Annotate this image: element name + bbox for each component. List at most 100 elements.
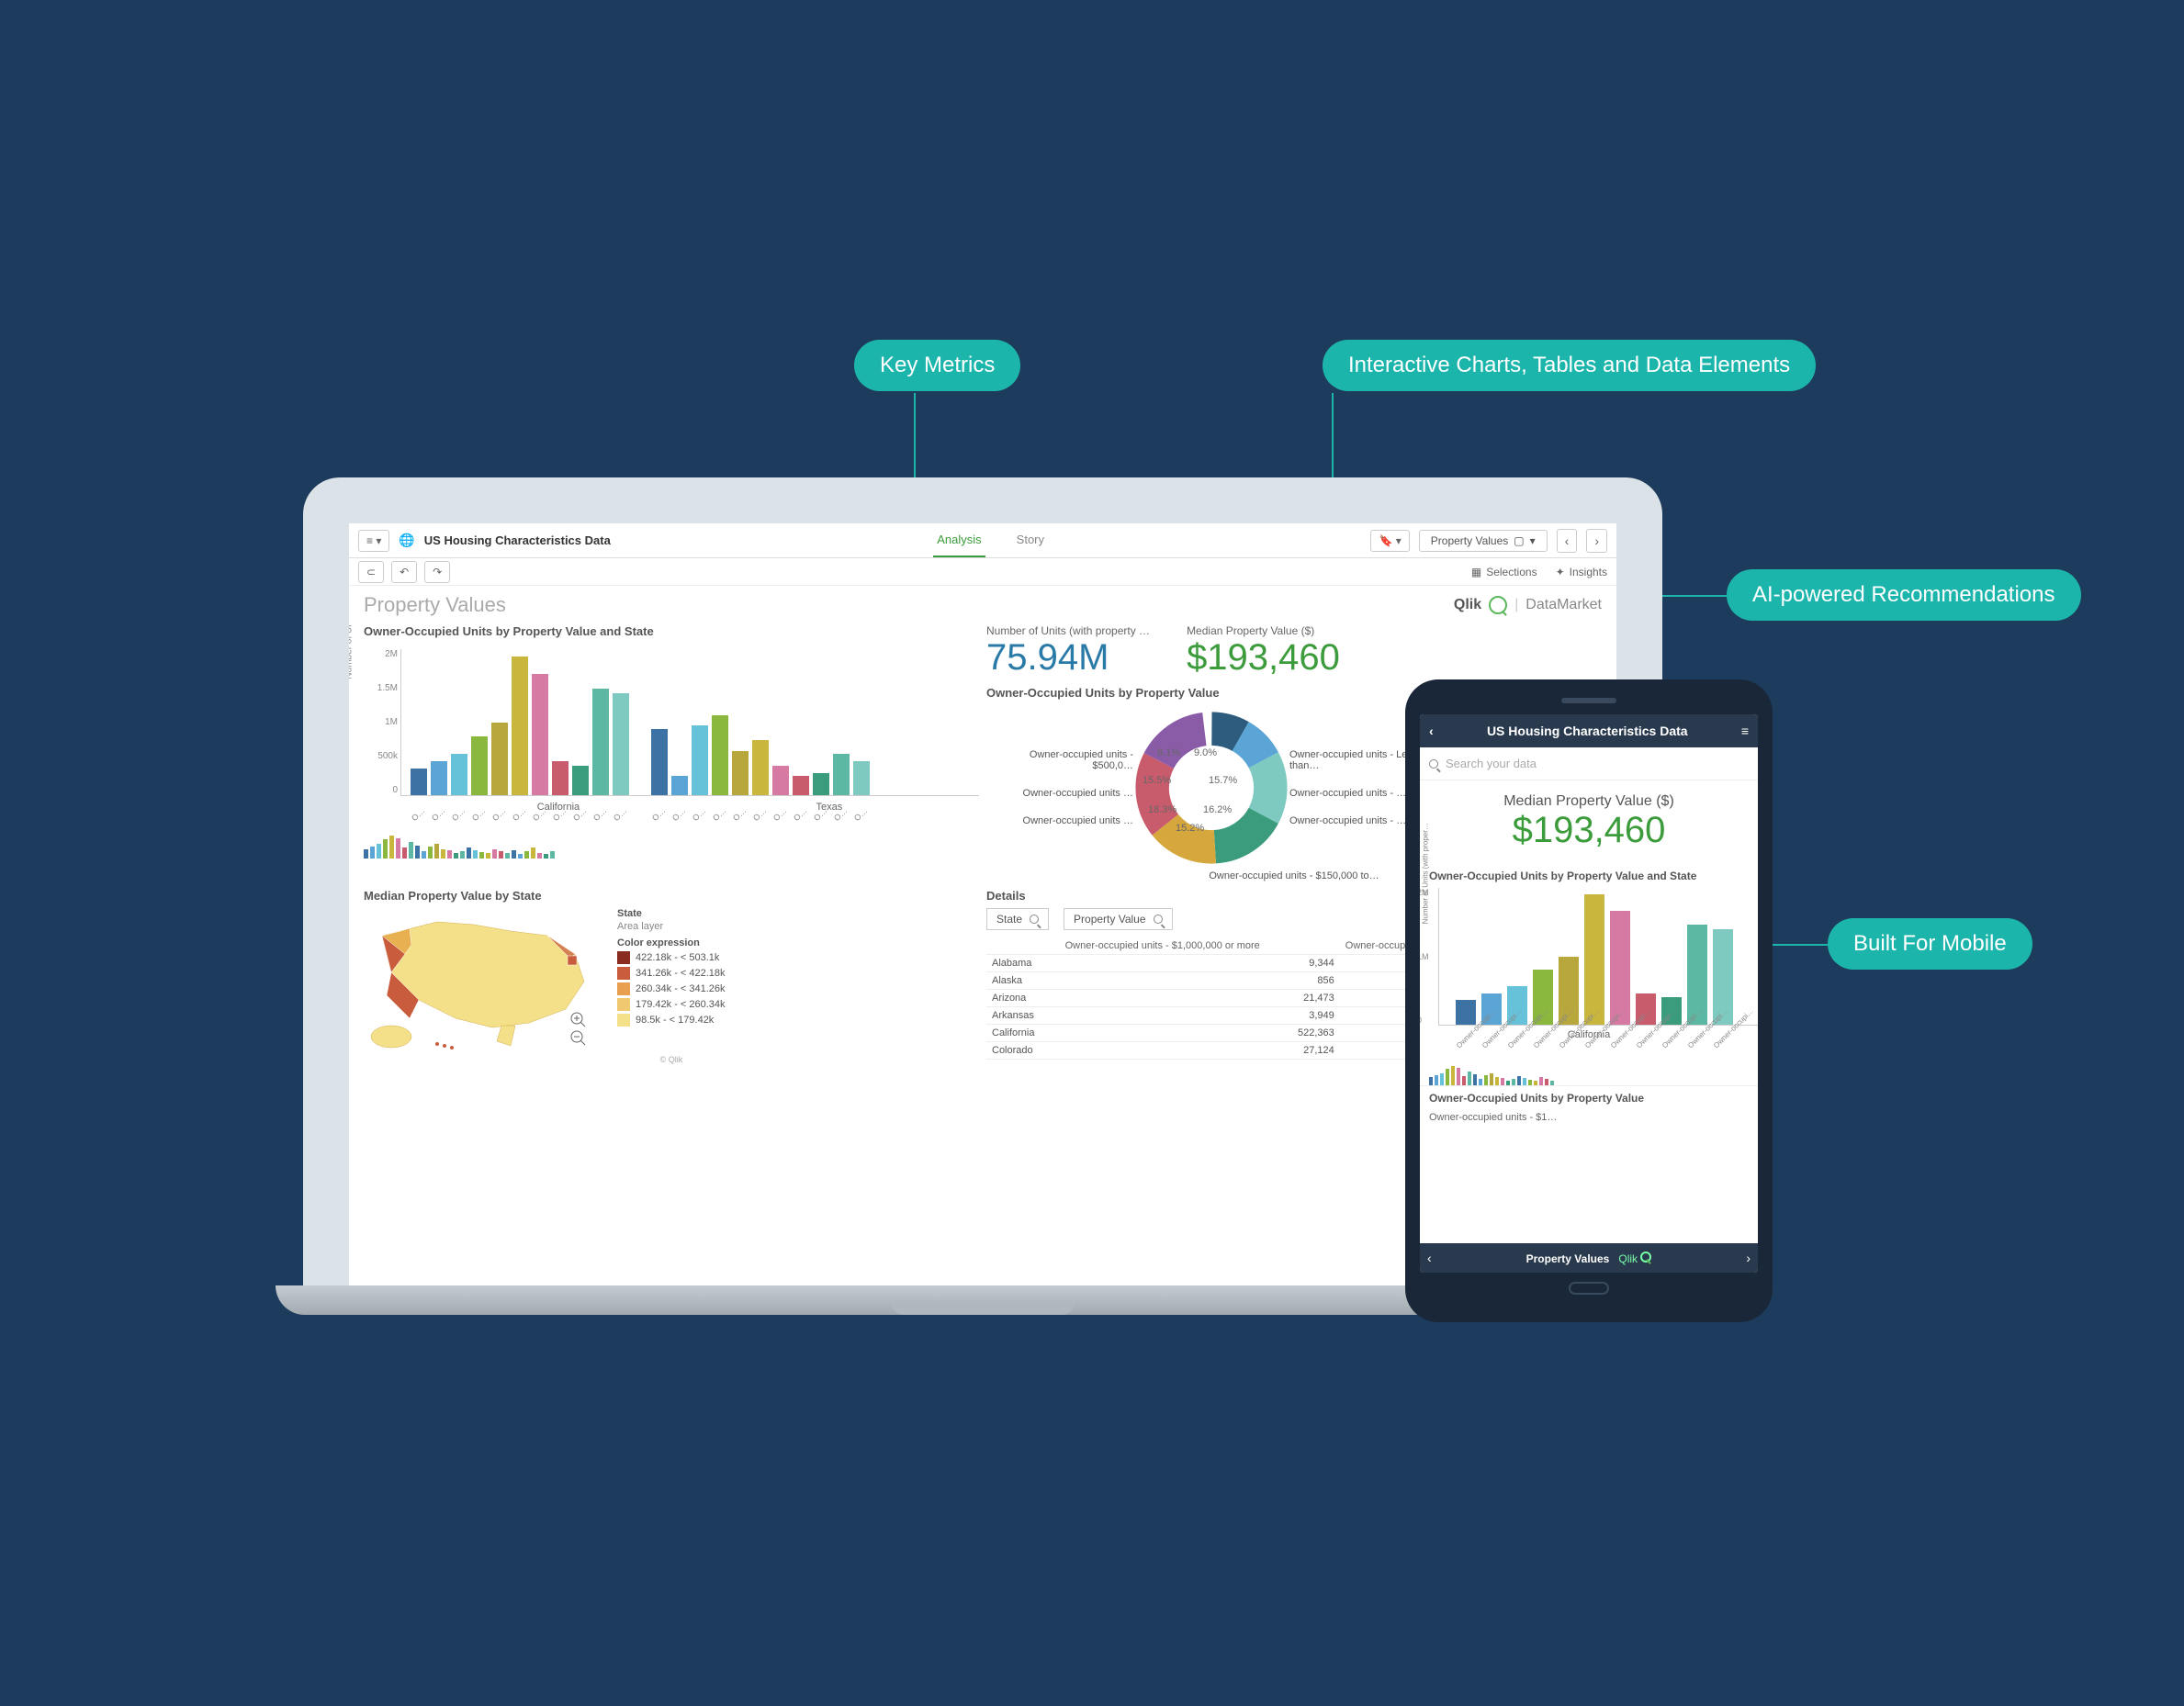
search-placeholder: Search your data	[1446, 757, 1537, 770]
bar	[772, 766, 789, 795]
tab-analysis[interactable]: Analysis	[933, 523, 985, 557]
bar-chart-tile[interactable]: Owner-Occupied Units by Property Value a…	[364, 624, 979, 881]
bar	[692, 725, 708, 795]
lasso-button[interactable]: ⊂	[358, 561, 384, 583]
search-icon	[1030, 915, 1039, 924]
callout-ai: AI-powered Recommendations	[1727, 569, 2081, 621]
insights-icon: ✦	[1556, 566, 1565, 578]
selections-bar: ⊂ ↶ ↷ ▦Selections ✦Insights	[349, 558, 1616, 586]
bar	[451, 754, 467, 795]
kpi-value: $193,460	[1433, 810, 1745, 851]
bar	[1584, 894, 1604, 1025]
filter-property-value[interactable]: Property Value	[1064, 908, 1173, 930]
next-button[interactable]: ›	[1746, 1251, 1751, 1265]
phone-device: ‹ US Housing Characteristics Data ≡ Sear…	[1405, 679, 1773, 1322]
x-axis-labels: Owner-occupi…Owner-occupi…Owner-occupi…O…	[400, 816, 979, 825]
bar	[411, 769, 427, 795]
bar	[431, 761, 447, 795]
topbar: ≡ ▾ 🌐 US Housing Characteristics Data An…	[349, 523, 1616, 558]
bar	[512, 657, 528, 795]
search-icon	[1429, 759, 1438, 769]
chart-title: Owner-Occupied Units by Property Value a…	[1420, 864, 1758, 888]
menu-icon[interactable]: ≡	[1741, 724, 1749, 738]
kpi-value: 75.94M	[986, 637, 1150, 679]
app-title: US Housing Characteristics Data	[424, 533, 611, 547]
laptop-notch	[891, 1302, 1075, 1315]
callout-mobile: Built For Mobile	[1828, 918, 2032, 970]
bar	[651, 729, 668, 795]
donut-chart	[1133, 710, 1289, 866]
bar	[532, 674, 548, 795]
kpi-value: $193,460	[1187, 637, 1340, 679]
phone-title: US Housing Characteristics Data	[1487, 724, 1688, 738]
bar	[833, 754, 850, 795]
kpi-median[interactable]: Median Property Value ($) $193,460	[1187, 624, 1340, 679]
section-title: Owner-Occupied Units by Property Value	[1420, 1085, 1758, 1110]
tab-story[interactable]: Story	[1013, 523, 1048, 557]
map-attribution: © Qlik	[364, 1055, 979, 1064]
map-legend: State Area layer Color expression 422.18…	[617, 908, 726, 1055]
globe-icon: 🌐	[399, 533, 414, 548]
bar	[572, 766, 589, 795]
bookmark-button[interactable]: 🔖 ▾	[1370, 530, 1409, 552]
phone-home-button[interactable]	[1569, 1282, 1609, 1295]
x-axis-labels: Owner-occupi…Owner-occupi…Owner-occupi…O…	[1420, 1044, 1758, 1052]
bar	[671, 776, 688, 795]
kpi-label: Median Property Value ($)	[1187, 624, 1340, 637]
mini-bar-overview[interactable]	[1420, 1065, 1758, 1085]
bar	[1456, 1000, 1476, 1025]
phone-header: ‹ US Housing Characteristics Data ≡	[1420, 714, 1758, 747]
selections-icon: ▦	[1471, 566, 1481, 578]
callout-interactive: Interactive Charts, Tables and Data Elem…	[1323, 340, 1816, 391]
bar	[552, 761, 569, 795]
phone-footer: ‹ Property Values Qlik ›	[1420, 1243, 1758, 1273]
sheet-selector[interactable]: Property Values▢▾	[1419, 530, 1548, 552]
bar	[491, 723, 508, 796]
prev-sheet-button[interactable]: ‹	[1557, 529, 1578, 553]
bar-chart: 2M1.5M1M500k0	[400, 649, 979, 796]
bar	[732, 751, 749, 795]
sheet-title: Property Values	[364, 593, 506, 617]
kpi-label: Median Property Value ($)	[1433, 793, 1745, 810]
phone-search[interactable]: Search your data	[1420, 747, 1758, 780]
phone-bar-chart[interactable]: 2M1M0	[1438, 888, 1758, 1026]
redo-button[interactable]: ↷	[424, 561, 450, 583]
bar	[793, 776, 809, 795]
bar	[752, 740, 769, 795]
kpi-label: Number of Units (with property …	[986, 624, 1150, 637]
callout-line	[1763, 944, 1828, 946]
kpi-units[interactable]: Number of Units (with property … 75.94M	[986, 624, 1150, 679]
us-map	[364, 908, 602, 1055]
callout-key-metrics: Key Metrics	[854, 340, 1020, 391]
phone-screen: ‹ US Housing Characteristics Data ≡ Sear…	[1420, 714, 1758, 1273]
insights-button[interactable]: ✦Insights	[1556, 566, 1607, 578]
mini-bar-overview[interactable]	[364, 835, 979, 859]
bar	[592, 689, 609, 795]
bar	[471, 736, 488, 795]
y-axis-label: Number of Units (with proper…	[349, 624, 355, 679]
selections-tool[interactable]: ▦Selections	[1471, 566, 1537, 578]
donut-labels-left: Owner-occupied units - $500,0…Owner-occu…	[986, 749, 1133, 826]
brand-row: Property Values Qlik | DataMarket	[349, 586, 1616, 624]
phone-kpi[interactable]: Median Property Value ($) $193,460	[1420, 780, 1758, 864]
qlik-logo-icon	[1640, 1251, 1651, 1263]
list-item[interactable]: Owner-occupied units - $1…	[1420, 1110, 1758, 1125]
chart-title: Median Property Value by State	[364, 889, 979, 903]
view-tabs: Analysis Story	[620, 523, 1362, 557]
undo-button[interactable]: ↶	[391, 561, 417, 583]
next-sheet-button[interactable]: ›	[1586, 529, 1607, 553]
qlik-logo-icon	[1489, 596, 1507, 614]
bar	[613, 693, 629, 795]
qlik-brand: Qlik | DataMarket	[1454, 596, 1602, 614]
kpi-tile: Number of Units (with property … 75.94M …	[986, 624, 1602, 679]
y-axis: 2M1.5M1M500k0	[370, 649, 398, 795]
search-icon	[1154, 915, 1163, 924]
back-button[interactable]: ‹	[1429, 724, 1434, 738]
filter-state[interactable]: State	[986, 908, 1049, 930]
bar	[712, 715, 728, 795]
map-tile[interactable]: Median Property Value by State	[364, 889, 979, 1278]
prev-button[interactable]: ‹	[1427, 1251, 1432, 1265]
y-axis: 2M1M0	[1420, 888, 1429, 1025]
chart-title: Owner-Occupied Units by Property Value a…	[364, 624, 979, 638]
menu-button[interactable]: ≡ ▾	[358, 530, 389, 552]
